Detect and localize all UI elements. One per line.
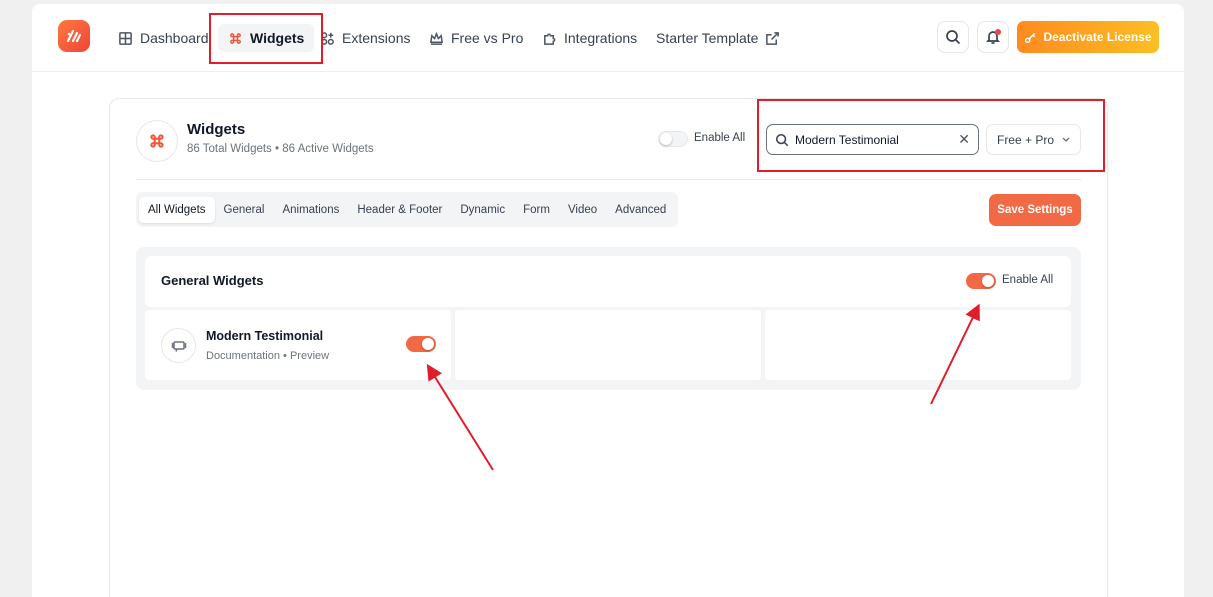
widget-count-summary: 86 Total Widgets • 86 Active Widgets: [187, 143, 374, 155]
section-enable-all-label: Enable All: [1002, 274, 1054, 286]
grid-icon: [119, 31, 132, 45]
top-navigation: Dashboard Widgets Extensions Free vs Pro…: [32, 4, 1184, 72]
page-title: Widgets: [187, 121, 246, 138]
section-header: General Widgets Enable All: [145, 256, 1071, 307]
app-window: Dashboard Widgets Extensions Free vs Pro…: [32, 4, 1184, 597]
brand-logo[interactable]: [58, 20, 90, 52]
command-icon: [150, 134, 164, 148]
enable-all-toggle[interactable]: [658, 131, 688, 147]
nav-free-vs-pro[interactable]: Free vs Pro: [429, 24, 523, 52]
nav-extensions[interactable]: Extensions: [320, 24, 410, 52]
deactivate-license-button[interactable]: Deactivate License: [1017, 21, 1159, 53]
puzzle-icon: [544, 33, 556, 45]
tab-header-footer[interactable]: Header & Footer: [348, 197, 451, 223]
logo-mark-icon: [66, 29, 82, 43]
tab-video[interactable]: Video: [559, 197, 606, 223]
notification-dot: [995, 29, 1001, 35]
nav-starter-template-label: Starter Template: [656, 30, 759, 46]
widget-name: Modern Testimonial: [206, 329, 324, 343]
section-title: General Widgets: [161, 273, 264, 288]
tab-animations[interactable]: Animations: [273, 197, 348, 223]
crown-icon: [430, 31, 443, 45]
nav-integrations-label: Integrations: [564, 30, 638, 46]
widgets-header-badge: [136, 120, 178, 162]
testimonial-icon: [171, 340, 186, 352]
widget-enable-toggle[interactable]: [406, 336, 436, 352]
general-widgets-section: General Widgets Enable All Modern Testim…: [136, 247, 1081, 390]
widget-links[interactable]: Documentation • Preview: [206, 350, 329, 362]
deactivate-license-label: Deactivate License: [1043, 30, 1152, 44]
enable-all-label: Enable All: [694, 132, 746, 144]
nav-starter-template[interactable]: Starter Template: [656, 24, 780, 52]
testimonial-widget-icon: [161, 328, 196, 363]
tab-form[interactable]: Form: [514, 197, 559, 223]
key-icon: [1025, 32, 1036, 43]
tab-all-widgets[interactable]: All Widgets: [139, 196, 215, 223]
nav-dashboard[interactable]: Dashboard: [118, 24, 209, 52]
tab-dynamic[interactable]: Dynamic: [451, 197, 514, 223]
header-divider: [136, 179, 1081, 180]
highlight-box-search: [757, 99, 1105, 172]
save-settings-button[interactable]: Save Settings: [989, 194, 1081, 226]
tab-general[interactable]: General: [215, 197, 274, 223]
notifications-button[interactable]: [977, 21, 1009, 53]
category-tabs: All Widgets General Animations Header & …: [136, 192, 679, 227]
highlight-box-widgets-tab: [209, 13, 323, 64]
nav-dashboard-label: Dashboard: [140, 30, 209, 46]
tab-advanced[interactable]: Advanced: [606, 197, 675, 223]
search-icon: [946, 30, 961, 45]
nav-free-vs-pro-label: Free vs Pro: [451, 30, 524, 46]
external-link-icon: [766, 31, 780, 45]
widget-card-modern-testimonial: Modern Testimonial Documentation • Previ…: [145, 310, 451, 380]
section-enable-all-toggle[interactable]: [966, 273, 996, 289]
nav-extensions-label: Extensions: [342, 30, 411, 46]
search-button[interactable]: [937, 21, 969, 53]
empty-widget-slot: [765, 310, 1071, 380]
widgets-card: Widgets 86 Total Widgets • 86 Active Wid…: [109, 98, 1108, 597]
empty-widget-slot: [455, 310, 761, 380]
nav-integrations[interactable]: Integrations: [542, 24, 637, 52]
